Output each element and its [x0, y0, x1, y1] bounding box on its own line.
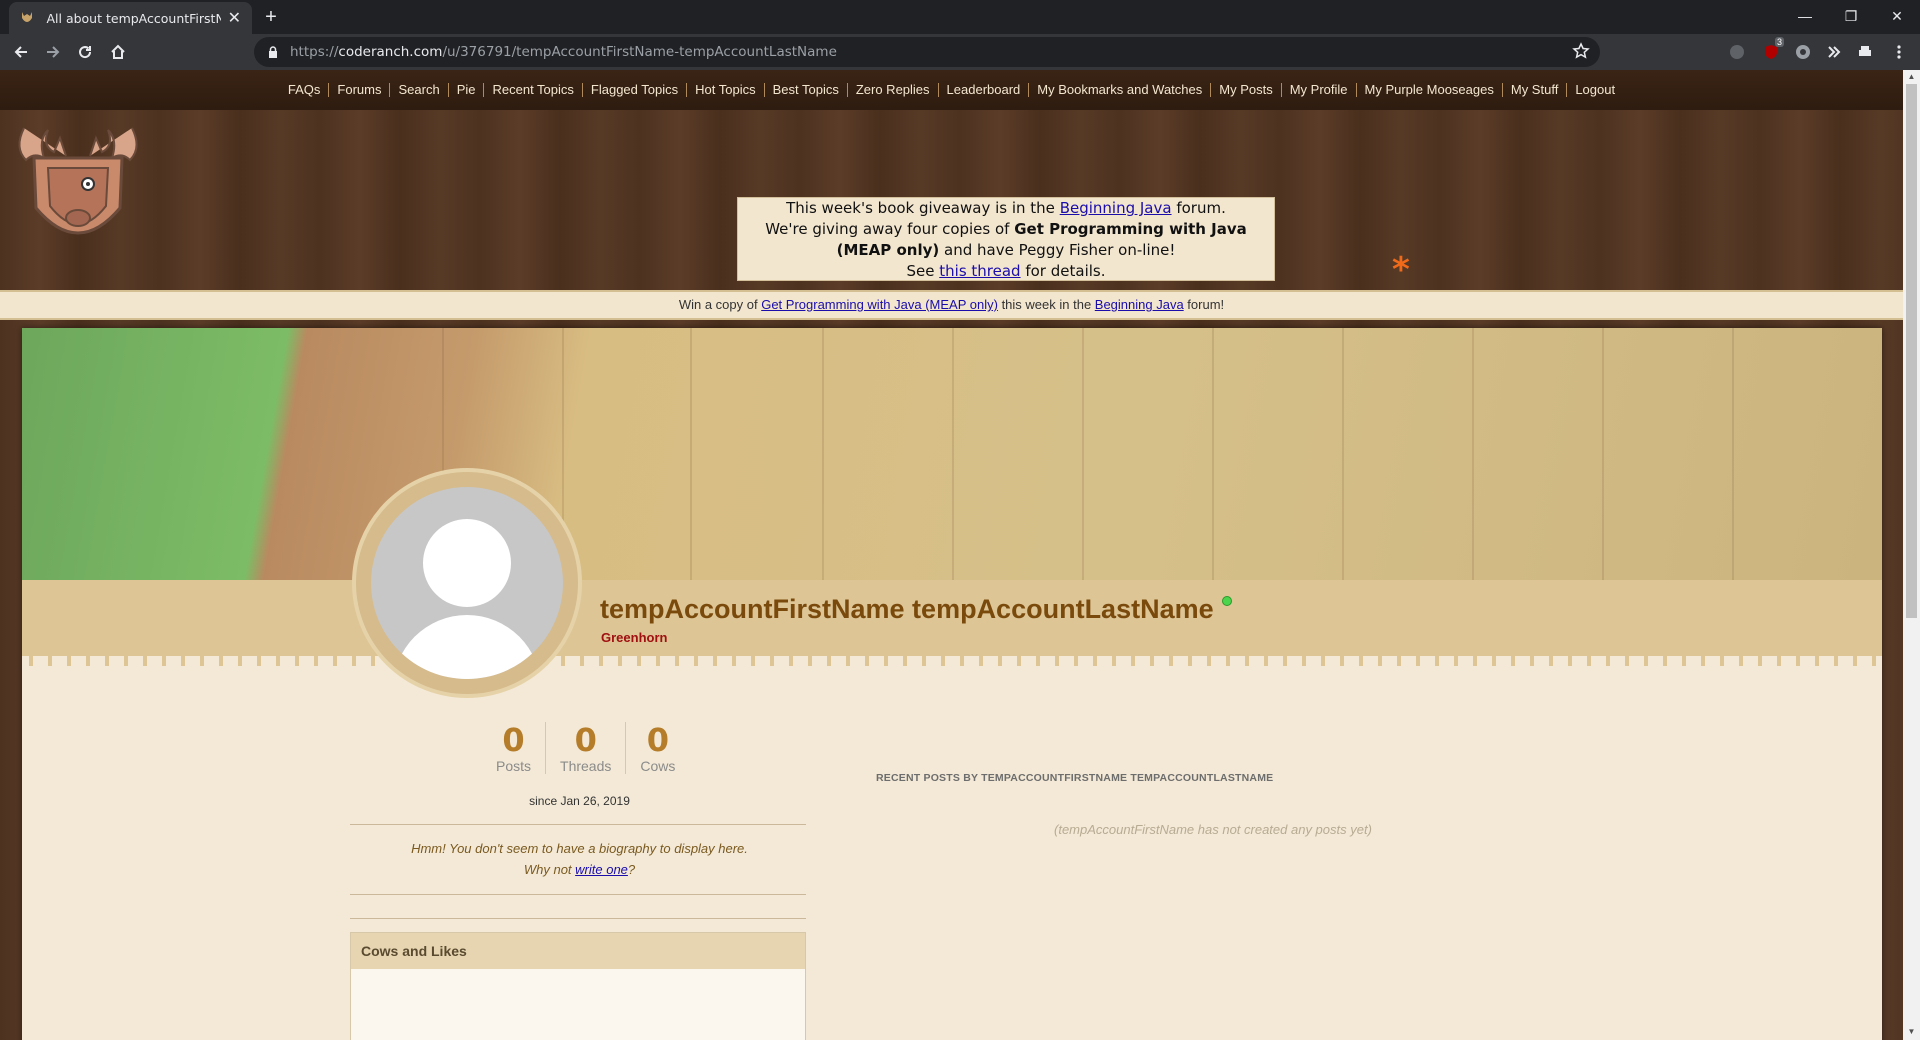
- stat-threads[interactable]: 0 Threads: [546, 722, 627, 774]
- promo-line-2: We're giving away four copies of Get Pro…: [765, 220, 1247, 259]
- stat-cows[interactable]: 0 Cows: [626, 722, 689, 774]
- nav-best-topics[interactable]: Best Topics: [765, 83, 848, 97]
- member-since: since Jan 26, 2019: [529, 794, 630, 808]
- asterisk-icon: *: [1392, 250, 1410, 290]
- home-icon: [111, 44, 125, 59]
- top-navigation: FAQs Forums Search Pie Recent Topics Fla…: [0, 70, 1903, 110]
- nav-hot-topics[interactable]: Hot Topics: [687, 83, 765, 97]
- divider: [350, 894, 806, 895]
- scrollbar-thumb[interactable]: [1906, 84, 1917, 618]
- nav-faqs[interactable]: FAQs: [280, 83, 330, 97]
- beginning-java-link[interactable]: Beginning Java: [1060, 199, 1172, 217]
- book-link[interactable]: Get Programming with Java (MEAP only): [761, 297, 998, 312]
- address-bar[interactable]: https://coderanch.com/u/376791/tempAccou…: [254, 37, 1600, 67]
- profile-card: tempAccountFirstName tempAccountLastName…: [22, 328, 1882, 1040]
- nav-my-profile[interactable]: My Profile: [1282, 83, 1357, 97]
- cows-and-likes-heading: Cows and Likes: [351, 933, 805, 969]
- nav-my-stuff[interactable]: My Stuff: [1503, 83, 1568, 97]
- forward-arrow-icon: [47, 46, 60, 58]
- divider: [350, 824, 806, 825]
- url-text: https://coderanch.com/u/376791/tempAccou…: [290, 44, 837, 60]
- circle-extension-icon[interactable]: [1794, 43, 1812, 61]
- nav-flagged-topics[interactable]: Flagged Topics: [583, 83, 688, 97]
- nav-my-posts[interactable]: My Posts: [1211, 83, 1282, 97]
- tab-close-icon[interactable]: ✕: [227, 8, 242, 28]
- cows-and-likes-panel: Cows and Likes: [350, 932, 806, 1040]
- minimize-button[interactable]: —: [1782, 4, 1828, 28]
- browser-toolbar: https://coderanch.com/u/376791/tempAccou…: [0, 34, 1920, 70]
- no-posts-message: (tempAccountFirstName has not created an…: [1054, 822, 1372, 837]
- extension-icon[interactable]: [1728, 43, 1746, 61]
- this-thread-link[interactable]: this thread: [939, 262, 1020, 280]
- recent-posts-heading: RECENT POSTS BY TEMPACCOUNTFIRSTNAME TEM…: [876, 772, 1274, 784]
- extensions-overflow-icon[interactable]: [1825, 43, 1843, 61]
- coderanch-moose-logo[interactable]: [4, 118, 152, 254]
- chrome-menu-icon[interactable]: [1890, 43, 1908, 61]
- stat-posts[interactable]: 0 Posts: [482, 722, 547, 774]
- back-button[interactable]: [9, 40, 33, 64]
- moose-favicon-icon: [19, 10, 34, 26]
- lock-icon: [266, 45, 280, 59]
- reload-button[interactable]: [73, 40, 97, 64]
- page-scrollbar[interactable]: ▲ ▼: [1903, 70, 1920, 1040]
- print-extension-icon[interactable]: [1856, 43, 1874, 61]
- promo-line-1: This week's book giveaway is in the Begi…: [786, 199, 1226, 217]
- forum-link[interactable]: Beginning Java: [1095, 297, 1184, 312]
- divider: [350, 918, 806, 919]
- nav-zero-replies[interactable]: Zero Replies: [848, 83, 939, 97]
- write-bio-link[interactable]: write one: [575, 862, 628, 877]
- nav-pie[interactable]: Pie: [449, 83, 485, 97]
- cover-image: [22, 328, 1882, 580]
- win-a-copy-bar: Win a copy of Get Programming with Java …: [0, 290, 1903, 320]
- nav-leaderboard[interactable]: Leaderboard: [939, 83, 1030, 97]
- nav-forums[interactable]: Forums: [329, 83, 391, 97]
- close-window-button[interactable]: ✕: [1874, 4, 1920, 28]
- browser-tabstrip: All about tempAccountFirstName tempAccou…: [0, 0, 1920, 34]
- avatar[interactable]: [371, 487, 563, 679]
- browser-tab[interactable]: All about tempAccountFirstName tempAccou…: [9, 2, 252, 34]
- scroll-up-icon[interactable]: ▲: [1907, 73, 1916, 81]
- tab-title: All about tempAccountFirstName tempAccou…: [46, 10, 221, 26]
- new-tab-button[interactable]: +: [260, 6, 282, 28]
- nav-logout[interactable]: Logout: [1567, 83, 1623, 97]
- biography: Hmm! You don't seem to have a biography …: [411, 841, 748, 877]
- nav-bookmarks[interactable]: My Bookmarks and Watches: [1029, 83, 1212, 97]
- page: FAQs Forums Search Pie Recent Topics Fla…: [0, 70, 1903, 1040]
- nav-search[interactable]: Search: [390, 83, 449, 97]
- home-button[interactable]: [106, 40, 130, 64]
- extension-badge: 3: [1774, 37, 1784, 47]
- profile-name: tempAccountFirstName tempAccountLastName: [600, 594, 1214, 624]
- restore-button[interactable]: ❐: [1828, 4, 1874, 28]
- nav-recent-topics[interactable]: Recent Topics: [484, 83, 583, 97]
- reload-icon: [79, 46, 92, 59]
- scroll-down-icon[interactable]: ▼: [1907, 1028, 1916, 1036]
- back-arrow-icon: [14, 46, 27, 58]
- book-giveaway-box: This week's book giveaway is in the Begi…: [737, 197, 1275, 281]
- avatar-frame: [352, 468, 582, 698]
- user-stats: 0 Posts 0 Threads 0 Cows: [482, 722, 689, 774]
- online-status-icon: [1222, 596, 1232, 606]
- nav-purple-mooseages[interactable]: My Purple Mooseages: [1357, 83, 1503, 97]
- user-rank: Greenhorn: [601, 630, 668, 645]
- ublock-extension-icon[interactable]: 3: [1762, 37, 1784, 61]
- forward-button[interactable]: [41, 40, 65, 64]
- bookmark-star-icon[interactable]: [1572, 42, 1590, 65]
- promo-line-3: See this thread for details.: [906, 262, 1106, 280]
- site-header: This week's book giveaway is in the Begi…: [0, 110, 1903, 290]
